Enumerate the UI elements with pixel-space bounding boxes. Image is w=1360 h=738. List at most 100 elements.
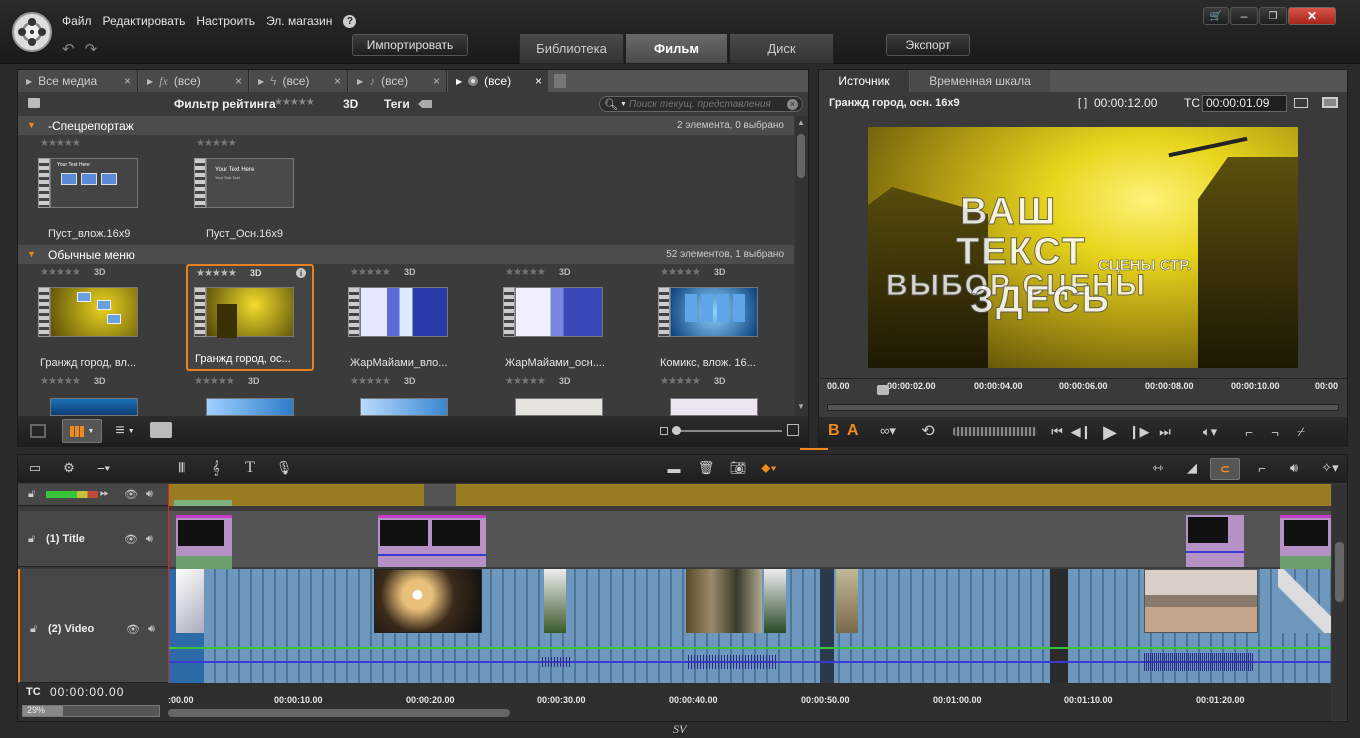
- collapse-arrow-icon[interactable]: ▼: [27, 249, 36, 259]
- item-rating[interactable]: ★★★★★: [196, 268, 237, 279]
- volume-icon[interactable]: 🔈︎▾: [1195, 423, 1225, 441]
- close-icon[interactable]: ×: [235, 74, 242, 88]
- 3d-glasses-icon[interactable]: ∞▾: [873, 423, 903, 439]
- menu-store[interactable]: Эл. магазин: [266, 14, 332, 28]
- audio-scrub-icon[interactable]: 🔊︎: [1284, 459, 1304, 477]
- popout-icon[interactable]: [1294, 98, 1308, 108]
- store-cart-icon[interactable]: 🛒: [1203, 7, 1229, 25]
- title-track-lane[interactable]: [168, 511, 1331, 570]
- track-options-icon[interactable]: ⎯▾: [90, 459, 118, 477]
- close-icon[interactable]: ×: [334, 74, 341, 88]
- delete-trash-icon[interactable]: 🗑︎: [696, 459, 716, 477]
- go-to-end-icon[interactable]: ⏭: [1155, 423, 1175, 441]
- import-button[interactable]: Импортировать: [352, 34, 468, 56]
- scroll-up-icon[interactable]: ▲: [797, 118, 805, 127]
- magnet-snap-button[interactable]: ⊂: [1210, 458, 1240, 480]
- tag-icon[interactable]: [418, 100, 432, 108]
- location-icon[interactable]: [28, 98, 40, 108]
- new-tab-icon[interactable]: [554, 74, 566, 88]
- insert-mode-icon[interactable]: ◢: [1182, 459, 1202, 477]
- view-list-button[interactable]: ≡ ▼: [108, 419, 142, 443]
- close-icon[interactable]: ×: [535, 74, 542, 88]
- menu-file[interactable]: Файл: [62, 14, 92, 28]
- marker-icon[interactable]: ⬥▾: [756, 459, 782, 477]
- menu-setup[interactable]: Настроить: [196, 14, 255, 28]
- close-icon[interactable]: ×: [433, 74, 440, 88]
- library-item[interactable]: ★★★★★ 3D ЖарМайами_осн....: [497, 267, 637, 371]
- speaker-icon[interactable]: 🔊︎: [146, 533, 153, 546]
- title-tool-icon[interactable]: T: [240, 459, 260, 477]
- close-icon[interactable]: ×: [124, 74, 131, 88]
- tags-label[interactable]: Теги: [384, 97, 410, 111]
- filter-tab-disc-menus[interactable]: ▶ (все) ×: [448, 70, 548, 92]
- lock-icon[interactable]: 🔓︎: [28, 488, 35, 501]
- item-rating[interactable]: ★★★★★: [660, 376, 701, 387]
- stack-icon[interactable]: [30, 424, 46, 438]
- snapshot-icon[interactable]: 📷︎: [728, 459, 748, 477]
- speaker-icon[interactable]: 🔊︎: [146, 488, 153, 501]
- group-header-special[interactable]: ▼ -Спецрепортаж 2 элемента, 0 выбрано: [18, 116, 794, 135]
- minimize-icon[interactable]: –: [1230, 7, 1258, 25]
- item-rating[interactable]: ★★★★★: [40, 267, 81, 278]
- lock-icon[interactable]: 🔓︎: [28, 533, 35, 546]
- magic-wand-icon[interactable]: ✧▾: [1316, 459, 1344, 477]
- menu-edit[interactable]: Редактировать: [103, 14, 186, 28]
- help-icon[interactable]: ?: [343, 14, 357, 28]
- group-header-menus[interactable]: ▼ Обычные меню 52 элементов, 1 выбрано: [18, 245, 794, 264]
- mark-out-icon[interactable]: ¬: [1267, 423, 1283, 441]
- redo-icon[interactable]: ↷: [85, 40, 98, 58]
- panel-splitter-handle[interactable]: [800, 448, 828, 452]
- library-item[interactable]: ★★★★★ Your Text Here Пуст_влож.16x9: [32, 138, 172, 242]
- app-logo[interactable]: [12, 12, 52, 52]
- loop-icon[interactable]: ⟲: [917, 422, 939, 440]
- item-thumbnail[interactable]: [50, 398, 138, 416]
- tab-disc[interactable]: Диск: [729, 33, 834, 64]
- tab-timeline-view[interactable]: Временная шкала: [910, 70, 1050, 92]
- go-to-start-icon[interactable]: ⏮: [1047, 423, 1067, 441]
- filter-tab-transitions[interactable]: ▶ ϟ (все) ×: [250, 70, 348, 92]
- timeline-vscroll[interactable]: [1332, 484, 1347, 720]
- item-rating[interactable]: ★★★★★: [350, 267, 391, 278]
- scroll-thumb[interactable]: [797, 134, 805, 178]
- item-thumbnail[interactable]: [360, 398, 448, 416]
- view-thumbnails-button[interactable]: ▼: [62, 419, 102, 443]
- play-icon[interactable]: ▶: [1099, 421, 1121, 443]
- timecode-field[interactable]: 00:00:01.09: [1202, 95, 1287, 112]
- title-clip[interactable]: [1280, 515, 1331, 570]
- tab-movie[interactable]: Фильм: [625, 33, 728, 64]
- filter-3d-toggle[interactable]: 3D: [343, 97, 358, 111]
- filter-tab-fx[interactable]: ▶ fx (все) ×: [139, 70, 249, 92]
- library-item[interactable]: ★★★★★ 3D Комикс, влож. 16...: [652, 267, 792, 371]
- restore-icon[interactable]: ❐: [1259, 7, 1287, 25]
- razor-icon[interactable]: ▬: [664, 459, 684, 477]
- title-clip[interactable]: [176, 515, 232, 570]
- search-icon[interactable]: 🔍︎: [604, 98, 618, 111]
- item-thumbnail[interactable]: [206, 398, 294, 416]
- info-icon[interactable]: i: [296, 268, 306, 278]
- library-item[interactable]: ★★★★★ Your Text Here Your Sub Text Пуст_…: [188, 138, 328, 242]
- search-dropdown-icon[interactable]: ▼: [620, 101, 627, 108]
- item-thumbnail[interactable]: [515, 398, 603, 416]
- rating-filter-stars[interactable]: ★★★★★: [274, 97, 315, 108]
- bold-text-toggle[interactable]: B: [828, 422, 840, 440]
- title-clip[interactable]: [378, 515, 486, 567]
- item-rating[interactable]: ★★★★★: [194, 376, 235, 387]
- trim-icon[interactable]: ⇿: [1148, 459, 1168, 477]
- timeline-ruler[interactable]: :00.00 00:00:10.00 00:00:20.00 00:00:30.…: [168, 683, 1331, 705]
- item-rating[interactable]: ★★★★★: [505, 267, 546, 278]
- voiceover-icon[interactable]: 🎙︎: [274, 459, 294, 477]
- library-item[interactable]: ★★★★★ 3D ЖарМайами_вло...: [342, 267, 482, 371]
- audio-volume-line[interactable]: [168, 647, 1331, 649]
- player-ruler[interactable]: 00.00 00:00:02.00 00:00:04.00 00:00:06.0…: [821, 378, 1347, 395]
- item-rating[interactable]: ★★★★★: [40, 138, 81, 149]
- export-button[interactable]: Экспорт: [886, 34, 970, 56]
- filter-tab-audio[interactable]: ▶ ♪ (все) ×: [349, 70, 447, 92]
- video-clip-beach[interactable]: [1144, 569, 1258, 633]
- item-rating[interactable]: ★★★★★: [40, 376, 81, 387]
- clear-marks-icon[interactable]: ⌿: [1291, 423, 1311, 441]
- text-style-toggle[interactable]: A: [847, 422, 859, 440]
- zoom-level-bar[interactable]: 29%: [22, 705, 160, 717]
- jog-shuttle[interactable]: [953, 427, 1037, 436]
- item-rating[interactable]: ★★★★★: [350, 376, 391, 387]
- playhead-marker[interactable]: [877, 385, 889, 395]
